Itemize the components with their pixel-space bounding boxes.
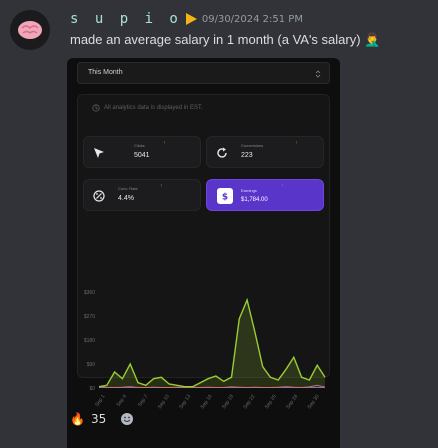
cursor-icon — [94, 148, 104, 158]
x-tick-label: Sep 22 — [242, 394, 256, 411]
clicks-label: Clicks — [134, 143, 145, 148]
svg-text:$: $ — [222, 193, 228, 202]
conv-rate-card[interactable]: Conv. Rate ↑ 4.4% — [83, 179, 201, 211]
x-tick-label: Sep 25 — [264, 394, 278, 411]
y-tick-label: $180 — [84, 338, 95, 344]
x-tick-label: Sep 30 — [307, 394, 321, 411]
series-area — [99, 300, 325, 388]
y-tick-label: $90 — [87, 362, 96, 368]
reaction-count: 35 — [90, 412, 107, 426]
conversions-value: 223 — [241, 152, 253, 159]
y-tick-label: $270 — [84, 314, 95, 320]
dollar-icon: $ — [217, 188, 233, 204]
y-tick-label: $360 — [84, 290, 95, 296]
period-select-label: This Month — [88, 69, 123, 76]
trend-up-icon: ↑ — [163, 140, 166, 146]
clicks-card[interactable]: Clicks ↑ 5041 — [83, 136, 201, 168]
brain-icon — [18, 21, 42, 39]
fire-reaction[interactable]: 🔥 35 — [70, 412, 120, 426]
timezone-info: All analytics data is displayed in EST. — [92, 104, 203, 112]
conv-rate-value: 4.4% — [118, 195, 134, 202]
analytics-screenshot[interactable]: This Month All analytics data is display… — [67, 58, 340, 448]
reactions-bar: 🔥 35 — [70, 412, 134, 426]
username[interactable]: s u p i o — [70, 11, 182, 27]
clicks-value: 5041 — [134, 152, 150, 159]
user-avatar[interactable] — [10, 10, 50, 50]
message-header: s u p i o 09/30/2024 2:51 PM — [70, 10, 303, 28]
x-tick-label: Sep 7 — [137, 394, 150, 408]
trend-up-icon: ↑ — [281, 183, 284, 189]
x-tick-label: Sep 10 — [157, 394, 171, 411]
message-timestamp: 09/30/2024 2:51 PM — [201, 13, 303, 25]
trend-up-icon: ↑ — [160, 183, 163, 189]
period-select[interactable]: This Month — [77, 62, 330, 84]
x-tick-label: Sep 1 — [94, 394, 107, 408]
play-arrow-icon — [185, 13, 197, 25]
x-tick-label: Sep 4 — [116, 394, 129, 408]
clock-icon — [92, 104, 100, 112]
conv-rate-label: Conv. Rate — [118, 186, 138, 191]
x-tick-label: Sep 16 — [200, 394, 214, 411]
earnings-line-chart[interactable]: $0 $90 $180 $270 $360 Sep 1 Sep 4 Sep 7 Sep 10 Se… — [77, 284, 330, 424]
earnings-label: Earnings — [241, 188, 257, 193]
add-reaction-icon[interactable] — [120, 412, 134, 426]
conversions-card[interactable]: Conversions ↑ 223 — [206, 136, 324, 168]
timezone-info-text: All analytics data is displayed in EST. — [104, 105, 203, 111]
fire-icon: 🔥 — [70, 412, 85, 426]
y-tick-label: $0 — [89, 386, 95, 392]
earnings-card[interactable]: $ Earnings ↑ $1,784.00 — [206, 179, 324, 211]
earnings-value: $1,784.00 — [241, 197, 268, 203]
x-tick-label: Sep 13 — [178, 394, 192, 411]
chevron-updown-icon — [315, 70, 321, 78]
refresh-icon — [217, 147, 227, 158]
message-text: made an average salary in 1 month (a VA'… — [70, 32, 381, 47]
percent-rotate-icon — [93, 190, 105, 202]
trend-up-icon: ↑ — [295, 140, 298, 146]
x-tick-label: Sep 28 — [285, 394, 299, 411]
discord-message: s u p i o 09/30/2024 2:51 PM made an ave… — [0, 0, 438, 448]
x-tick-label: Sep 19 — [221, 394, 235, 411]
conversions-label: Conversions — [241, 143, 264, 148]
